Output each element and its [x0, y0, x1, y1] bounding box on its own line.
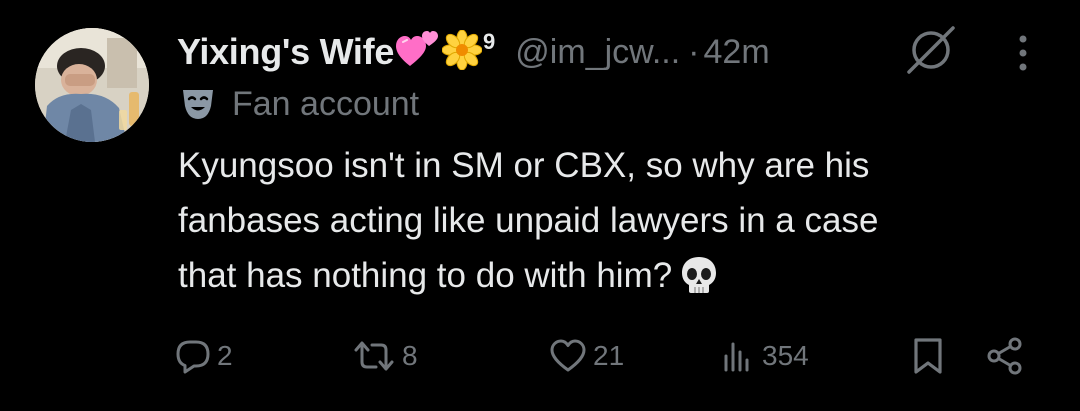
views-icon: [720, 338, 756, 374]
user-handle[interactable]: @im_jcw...: [515, 33, 680, 72]
performing-arts-mask-icon: [180, 86, 216, 122]
post-header: Yixing's Wife 9 @im_jcw... · 42m: [177, 28, 770, 76]
fan-account-label: Fan account: [232, 84, 420, 123]
like-icon: [549, 338, 587, 374]
post-text-line-last: that has nothing to do with him?: [178, 248, 1058, 303]
post: Yixing's Wife 9 @im_jcw... · 42m Fan acc…: [0, 0, 1080, 411]
reply-button[interactable]: 2: [175, 332, 233, 380]
repost-icon: [352, 338, 396, 374]
views-button[interactable]: 354: [720, 332, 809, 380]
like-button[interactable]: 21: [549, 332, 624, 380]
post-text-line: Kyungsoo isn't in SM or CBX, so why are …: [178, 146, 870, 185]
avatar[interactable]: [35, 28, 149, 142]
display-name[interactable]: Yixing's Wife: [177, 31, 394, 73]
share-icon: [985, 336, 1025, 376]
account-label[interactable]: Fan account: [180, 80, 419, 128]
bookmark-icon: [910, 336, 946, 376]
reply-icon: [175, 338, 211, 374]
reply-count: 2: [217, 340, 233, 371]
like-count: 21: [593, 340, 625, 371]
post-text-line: that has nothing to do with him?: [178, 256, 673, 295]
more-icon[interactable]: [1008, 32, 1038, 74]
repost-button[interactable]: 8: [352, 332, 418, 380]
blossom-icon: [441, 29, 483, 75]
action-bar: 2 8 21 354: [0, 332, 1080, 380]
share-button[interactable]: [985, 332, 1025, 380]
avatar-image: [35, 28, 149, 142]
timestamp[interactable]: 42m: [704, 33, 770, 72]
name-suffix: 9: [483, 29, 496, 54]
edited-icon[interactable]: [903, 24, 959, 76]
repost-count: 8: [402, 340, 418, 371]
skull-icon: [678, 254, 720, 296]
separator-dot: ·: [688, 32, 700, 71]
post-text: Kyungsoo isn't in SM or CBX, so why are …: [178, 138, 1058, 303]
views-count: 354: [762, 340, 809, 371]
pink-hearts-icon: [396, 30, 440, 75]
post-text-line: fanbases acting like unpaid lawyers in a…: [178, 201, 879, 240]
bookmark-button[interactable]: [910, 332, 946, 380]
